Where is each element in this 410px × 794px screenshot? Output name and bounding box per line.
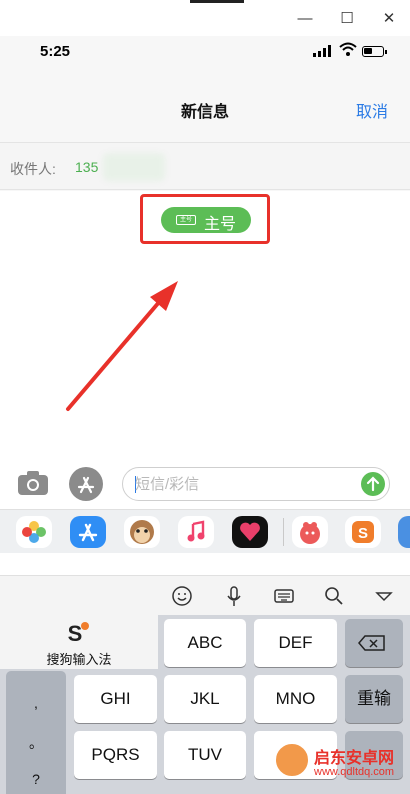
send-arrow-icon xyxy=(366,476,380,492)
reenter-key[interactable]: 重输 xyxy=(345,675,403,723)
key-tuv[interactable]: TUV xyxy=(164,731,246,779)
app-strip-divider xyxy=(283,518,284,546)
microphone-icon[interactable] xyxy=(223,585,245,607)
watermark: 启东安卓网 www.qdltdq.com xyxy=(270,738,406,792)
recipient-row[interactable]: 收件人: 135 xyxy=(0,142,410,190)
keyboard-toolbar xyxy=(0,575,410,615)
animoji-icon[interactable] xyxy=(124,516,160,548)
photos-icon[interactable] xyxy=(16,516,52,548)
message-thread-area: 主号 主号 xyxy=(0,191,410,459)
message-input[interactable] xyxy=(135,468,355,500)
sogou-brand-panel[interactable]: S 搜狗输入法 xyxy=(0,615,158,669)
key-def[interactable]: DEF xyxy=(254,619,337,667)
app-store-icon[interactable] xyxy=(70,516,106,548)
spacer xyxy=(0,553,410,575)
message-input-field[interactable] xyxy=(122,467,390,501)
phone-screen: 5:25 新信息 取消 收件人: 135 主号 主号 短信/彩信 S S 搜狗输… xyxy=(0,36,410,794)
camera-icon[interactable] xyxy=(16,469,50,497)
svg-text:S: S xyxy=(68,621,83,645)
imessage-app-strip: S xyxy=(0,509,410,553)
wifi-icon xyxy=(339,42,357,56)
symbol-period[interactable]: 。 xyxy=(6,733,66,753)
music-icon[interactable] xyxy=(178,516,214,548)
cancel-button[interactable]: 取消 xyxy=(356,98,388,122)
key-ghi[interactable]: GHI xyxy=(74,675,157,723)
symbol-question[interactable]: ? xyxy=(6,771,66,787)
recipient-number[interactable]: 135 xyxy=(75,159,98,175)
emoji-icon[interactable] xyxy=(171,585,193,607)
key-pqrs[interactable]: PQRS xyxy=(74,731,157,779)
digital-touch-icon[interactable] xyxy=(232,516,268,548)
key-jkl[interactable]: JKL xyxy=(164,675,246,723)
sogou-brand-label: 搜狗输入法 xyxy=(46,652,112,667)
annotation-arrow-icon xyxy=(66,281,178,411)
app-store-icon xyxy=(77,476,95,494)
key-abc[interactable]: ABC xyxy=(164,619,246,667)
app-store-button[interactable] xyxy=(69,467,103,501)
delete-key[interactable] xyxy=(345,619,403,667)
watermark-title: 启东安卓网 xyxy=(314,750,395,767)
keyboard-switch-icon[interactable] xyxy=(273,585,295,607)
status-time: 5:25 xyxy=(40,43,71,60)
window-titlebar: — ☐ ✕ xyxy=(0,0,410,36)
search-icon[interactable] xyxy=(323,585,345,607)
symbol-comma[interactable]: , xyxy=(6,695,66,711)
backspace-icon xyxy=(358,635,385,651)
status-bar: 5:25 xyxy=(0,36,410,76)
more-apps-icon[interactable] xyxy=(398,516,410,548)
minimize-button[interactable]: — xyxy=(294,8,316,30)
sogou-app-icon[interactable]: S xyxy=(345,516,381,548)
sogou-logo-icon: S xyxy=(68,621,89,645)
battery-icon xyxy=(362,46,387,57)
watermark-logo-icon xyxy=(274,742,310,778)
svg-text:S: S xyxy=(358,525,368,542)
input-bar xyxy=(0,459,410,509)
watermark-url: www.qdltdq.com xyxy=(314,766,395,778)
page-title: 新信息 xyxy=(180,104,229,121)
nav-bar: 新信息 取消 xyxy=(0,76,410,142)
sticker-app-icon[interactable] xyxy=(292,516,328,548)
close-button[interactable]: ✕ xyxy=(378,8,400,30)
send-button[interactable] xyxy=(361,472,385,496)
recipient-number-redaction xyxy=(103,153,165,181)
cellular-signal-icon xyxy=(313,45,333,57)
key-mno[interactable]: MNO xyxy=(254,675,337,723)
collapse-keyboard-icon[interactable] xyxy=(373,585,395,607)
recipient-label: 收件人: xyxy=(10,161,56,177)
maximize-button[interactable]: ☐ xyxy=(336,8,358,30)
titlebar-accent xyxy=(190,0,244,3)
